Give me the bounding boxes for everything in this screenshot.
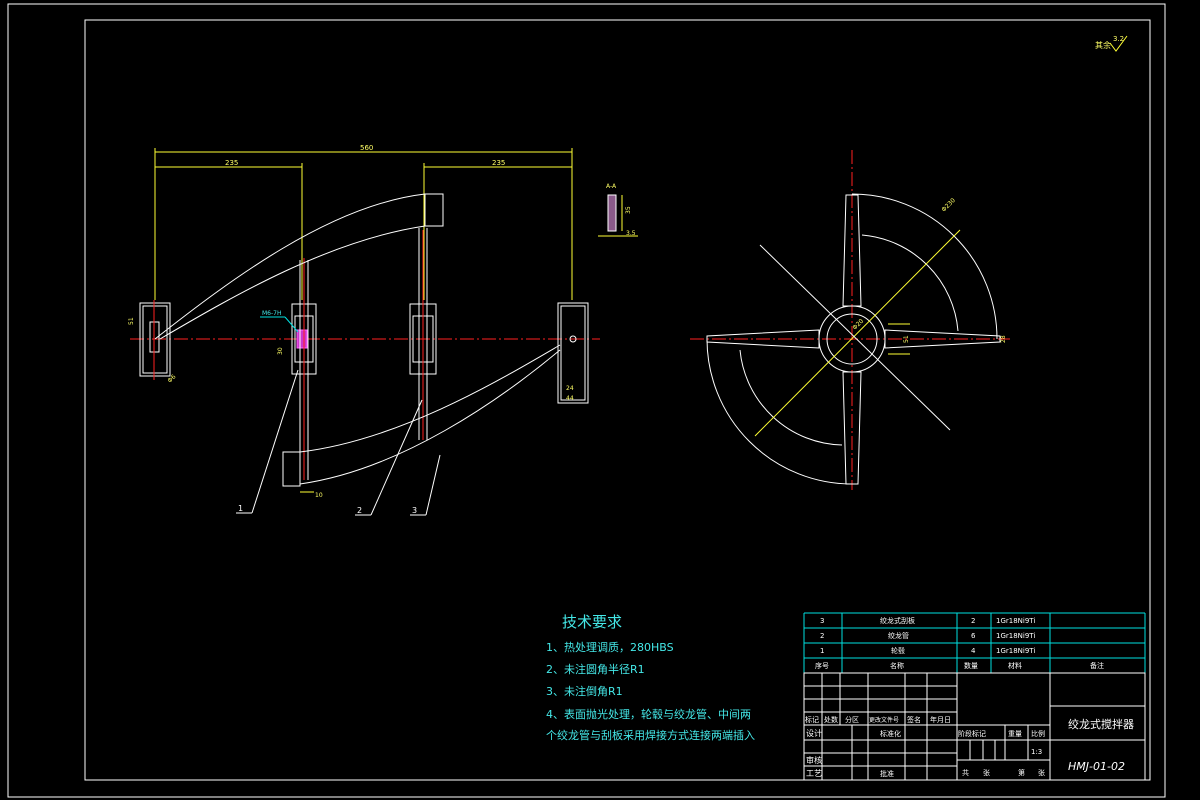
dim-hub-height: 51 bbox=[128, 317, 135, 325]
tech-item-4: 4、表面抛光处理，轮毂与绞龙管、中间两 bbox=[546, 707, 751, 721]
tb-sheet2: 张 bbox=[1038, 768, 1045, 777]
lower-blade-bottom bbox=[299, 349, 561, 485]
bom-row-3-name: 轮毂 bbox=[891, 646, 905, 655]
bom-row-1-no: 3 bbox=[820, 617, 824, 625]
bom-row-2-qty: 6 bbox=[971, 632, 976, 640]
tb-date: 年月日 bbox=[930, 715, 951, 724]
bom-row-1-qty: 2 bbox=[971, 617, 975, 625]
tb-approve: 批准 bbox=[880, 769, 894, 778]
front-view: 560 235 235 51 Φ6 M6-7H 30 24 44 10 1 2 … bbox=[128, 144, 600, 516]
title-block: 标记 处数 分区 更改文件号 签名 年月日 设计 标准化 阶段标记 重量 比例 … bbox=[803, 672, 1146, 781]
bom-table: 3 绞龙式刮板 2 1Gr18Ni9Ti 2 绞龙管 6 1Gr18Ni9Ti … bbox=[803, 612, 1146, 674]
bom-row-2-material: 1Gr18Ni9Ti bbox=[996, 632, 1035, 640]
dim-hub-width-24: 24 bbox=[566, 385, 574, 392]
tb-scale: 1:3 bbox=[1031, 748, 1042, 756]
bom-row-3-qty: 4 bbox=[971, 647, 976, 655]
dim-side-hub: Φ20 bbox=[851, 318, 865, 332]
dim-right-span: 235 bbox=[492, 159, 505, 167]
callout-3: 3 bbox=[412, 506, 417, 515]
bom-row-1-name: 绞龙式刮板 bbox=[880, 616, 915, 625]
bom-header-name: 名称 bbox=[890, 661, 904, 670]
tb-change-doc: 更改文件号 bbox=[869, 716, 899, 724]
tb-stage: 阶段标记 bbox=[958, 729, 986, 738]
surface-finish-symbol: 其余 3.2 bbox=[1095, 35, 1128, 52]
side-view: Φ230 Φ20 51 28 bbox=[690, 150, 1010, 490]
tb-title: 绞龙式搅拌器 bbox=[1068, 717, 1134, 731]
bom-header-qty: 数量 bbox=[964, 661, 978, 670]
dim-section-width: 35 bbox=[625, 206, 632, 214]
tb-sign: 签名 bbox=[907, 715, 921, 724]
tb-drawing-no: HMJ-01-02 bbox=[1068, 760, 1125, 773]
tb-review: 审核 bbox=[806, 755, 822, 765]
tb-mark: 标记 bbox=[805, 715, 819, 724]
bom-header-material: 材料 bbox=[1008, 661, 1022, 670]
upper-blade-top bbox=[154, 193, 426, 340]
dim-overall: 560 bbox=[360, 144, 373, 152]
dim-hub-width-44: 44 bbox=[566, 395, 574, 402]
tb-zone: 分区 bbox=[845, 715, 859, 724]
tb-process: 工艺 bbox=[806, 769, 822, 778]
bom-header-note: 备注 bbox=[1090, 661, 1104, 670]
dim-bolt-spec: M6-7H bbox=[262, 310, 282, 317]
tech-item-1: 1、热处理调质，280HBS bbox=[546, 641, 674, 654]
tb-weight: 重量 bbox=[1008, 730, 1022, 738]
drawing-canvas: 其余 3.2 560 235 235 51 Φ6 M6-7H 30 24 44 … bbox=[7, 3, 1166, 798]
tb-design: 设计 bbox=[806, 728, 822, 738]
dim-side-diameter: Φ230 bbox=[940, 197, 957, 214]
dim-bolt-height: 30 bbox=[277, 347, 284, 355]
tech-item-5: 个绞龙管与刮板采用焊接方式连接两端插入 bbox=[546, 728, 755, 742]
tech-title: 技术要求 bbox=[562, 613, 622, 631]
dim-side-width-51: 51 bbox=[903, 335, 910, 343]
outer-border bbox=[7, 3, 1166, 798]
tb-standard: 标准化 bbox=[880, 729, 901, 738]
section-label: A-A bbox=[606, 183, 617, 190]
dim-side-blade-28: 28 bbox=[1000, 335, 1007, 343]
dim-left-span: 235 bbox=[225, 159, 238, 167]
tb-total: 共 bbox=[962, 768, 969, 777]
bom-row-1-material: 1Gr18Ni9Ti bbox=[996, 617, 1035, 625]
callout-2: 2 bbox=[357, 506, 362, 515]
tb-ratio: 比例 bbox=[1031, 729, 1045, 738]
lower-blade-top bbox=[299, 344, 561, 453]
dim-blade-thickness: 10 bbox=[315, 492, 323, 499]
hub-2-thread bbox=[296, 329, 308, 349]
bom-header-no: 序号 bbox=[815, 661, 829, 670]
dim-hole: Φ6 bbox=[166, 373, 177, 384]
section-a-a: A-A 35 3.5 bbox=[598, 183, 638, 237]
bom-row-2-no: 2 bbox=[820, 632, 824, 640]
bom-row-3-material: 1Gr18Ni9Ti bbox=[996, 647, 1035, 655]
tech-item-2: 2、未注圆角半径R1 bbox=[546, 662, 645, 676]
callout-1: 1 bbox=[238, 504, 243, 513]
tech-item-3: 3、未注倒角R1 bbox=[546, 684, 623, 698]
tb-count: 处数 bbox=[824, 715, 838, 724]
tech-requirements: 技术要求 1、热处理调质，280HBS 2、未注圆角半径R1 3、未注倒角R1 … bbox=[546, 613, 755, 742]
surface-finish-label: 其余 bbox=[1095, 40, 1111, 50]
bom-row-2-name: 绞龙管 bbox=[888, 631, 909, 640]
tb-sheets: 张 bbox=[983, 768, 990, 777]
bom-row-3-no: 1 bbox=[820, 647, 824, 655]
tb-page: 第 bbox=[1018, 768, 1025, 777]
